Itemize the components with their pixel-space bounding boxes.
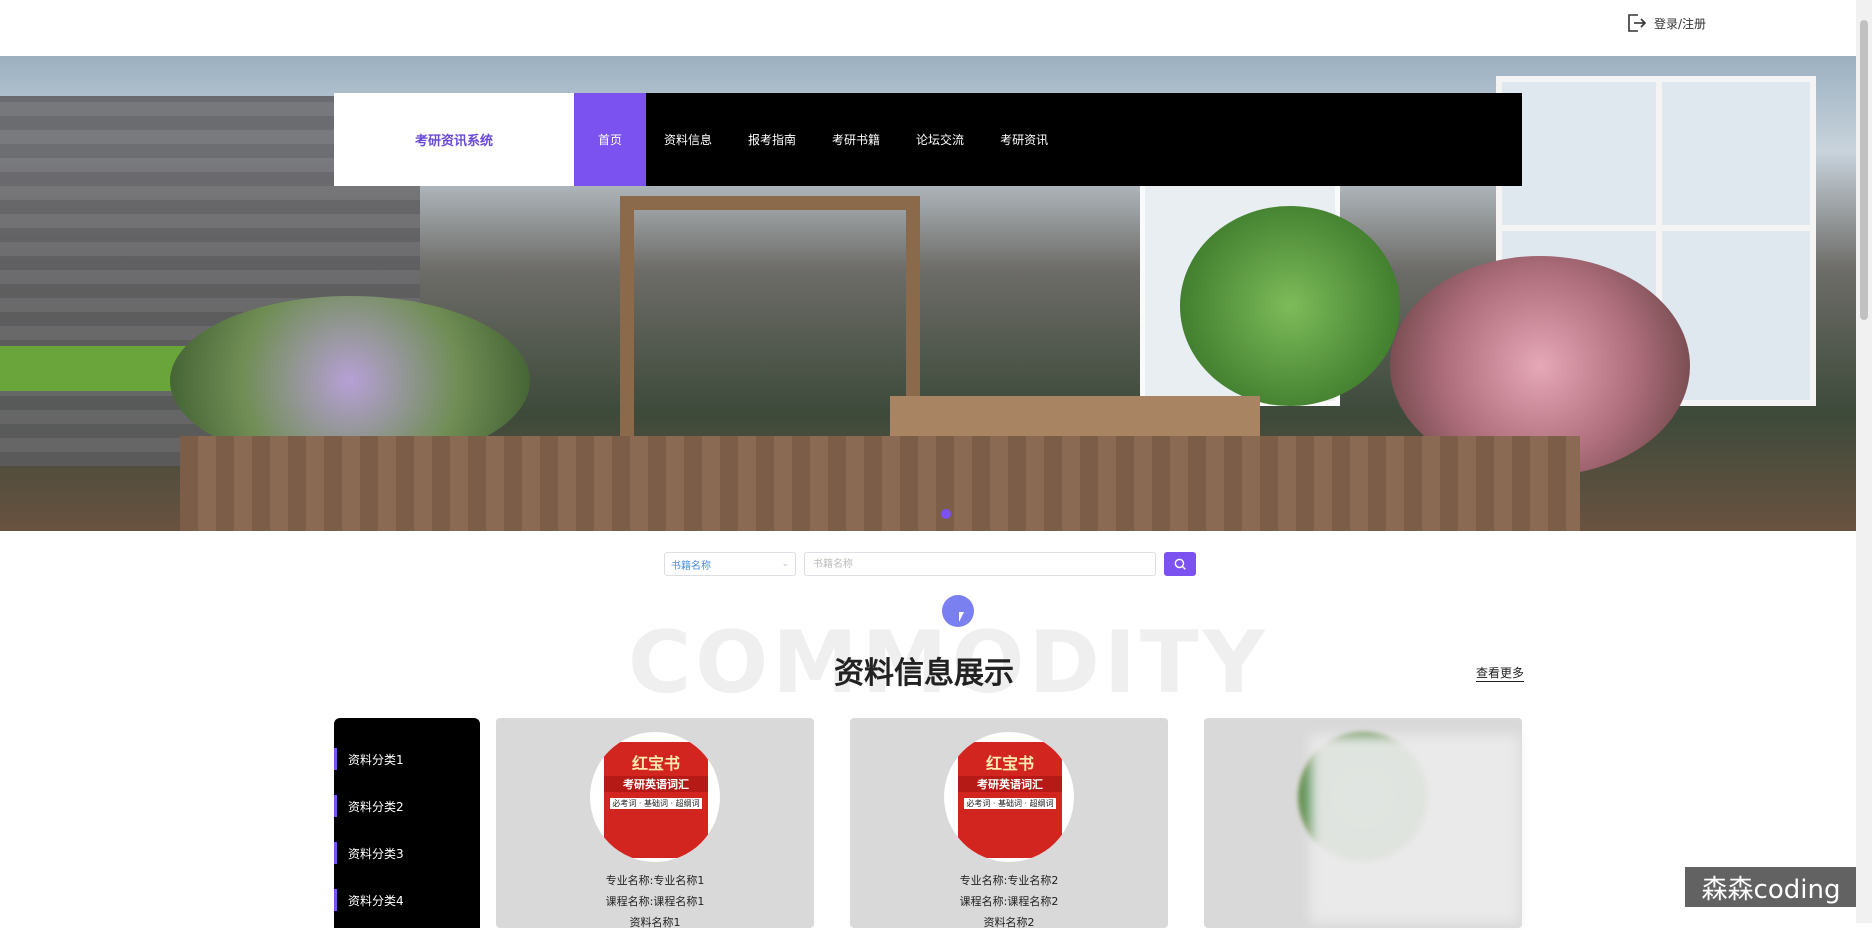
nav-item-forum[interactable]: 论坛交流 [898,93,982,186]
book-subtitle: 考研英语词汇 [604,776,708,792]
nav-item-home[interactable]: 首页 [574,93,646,186]
top-bar: 登录/注册 [0,0,1856,56]
blurred-region [1310,735,1520,923]
book-title: 红宝书 [631,754,680,773]
login-register-link[interactable]: 登录/注册 [1624,11,1706,35]
nav-item-guide[interactable]: 报考指南 [730,93,814,186]
card-course: 课程名称:课程名称2 [959,895,1059,908]
watermark: 森森coding [1685,867,1857,907]
book-subtitle: 考研英语词汇 [958,776,1062,792]
category-item-4[interactable]: 资料分类4 [334,889,480,911]
category-item-2[interactable]: 资料分类2 [334,795,480,817]
nav-item-books[interactable]: 考研书籍 [814,93,898,186]
chevron-down-icon: ⌄ [781,559,789,569]
carousel-indicator[interactable] [941,509,951,519]
card-major: 专业名称:专业名称2 [959,874,1059,887]
nav-item-materials[interactable]: 资料信息 [646,93,730,186]
book-cover-image: 红宝书 考研英语词汇 必考词 · 基础词 · 超纲词 [944,732,1074,862]
search-icon [1174,558,1186,570]
site-brand[interactable]: 考研资讯系统 [334,93,574,186]
view-more-link[interactable]: 查看更多 [1476,664,1525,682]
card-major: 专业名称:专业名称1 [605,874,705,887]
book-tag: 必考词 · 基础词 · 超纲词 [610,798,702,809]
login-register-label: 登录/注册 [1653,16,1706,31]
category-item-3[interactable]: 资料分类3 [334,842,480,864]
search-button[interactable] [1164,552,1196,576]
category-sidebar: 资料分类1 资料分类2 资料分类3 资料分类4 [334,718,480,928]
card-material: 资料名称1 [629,916,681,929]
main-nav: 考研资讯系统 首页 资料信息 报考指南 考研书籍 论坛交流 考研资讯 [334,93,1522,186]
search-input[interactable] [804,552,1156,576]
section-title: 资料信息展示 [834,656,1014,691]
logout-icon [1628,14,1647,32]
material-card[interactable]: 红宝书 考研英语词汇 必考词 · 基础词 · 超纲词 专业名称:专业名称1 课程… [496,718,814,929]
scrollbar-thumb[interactable] [1860,20,1868,320]
search-field-value: 书籍名称 [671,560,711,572]
book-title: 红宝书 [985,754,1034,773]
book-tag: 必考词 · 基础词 · 超纲词 [964,798,1056,809]
card-course: 课程名称:课程名称1 [605,895,705,908]
card-material: 资料名称2 [983,916,1035,929]
page-scrollbar[interactable] [1856,0,1872,923]
book-cover-image: 红宝书 考研英语词汇 必考词 · 基础词 · 超纲词 [590,732,720,862]
category-item-1[interactable]: 资料分类1 [334,748,480,770]
search-field-select[interactable]: 书籍名称 ⌄ [664,552,796,576]
search-bar: 书籍名称 ⌄ [664,552,1196,576]
nav-item-news[interactable]: 考研资讯 [982,93,1066,186]
material-card[interactable]: 红宝书 考研英语词汇 必考词 · 基础词 · 超纲词 专业名称:专业名称2 课程… [850,718,1168,929]
